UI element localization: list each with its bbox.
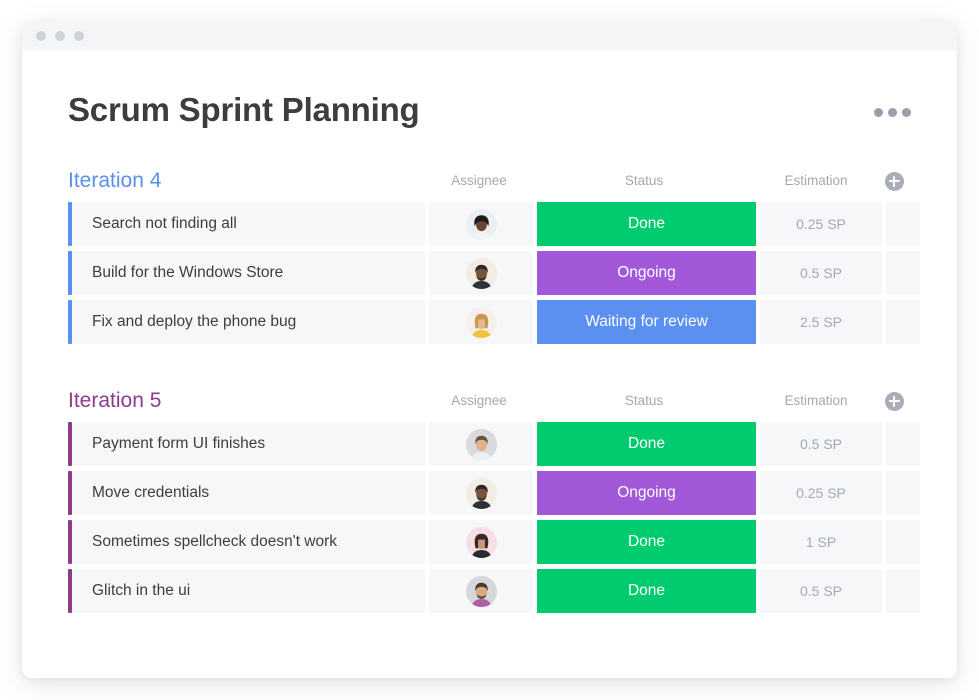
assignee-cell[interactable]: [429, 300, 533, 345]
status-cell[interactable]: Done: [537, 202, 756, 247]
group-1: Iteration 4 Assignee Status Estimation Searc…: [68, 168, 920, 345]
add-column-cell: [877, 391, 911, 411]
window-dot-minimize-icon[interactable]: [55, 31, 65, 41]
trailing-empty-cell[interactable]: [886, 520, 920, 565]
column-header-assignee: Assignee: [451, 393, 507, 409]
board-content: Scrum Sprint Planning Iteration 4 Assigne…: [22, 50, 957, 678]
assignee-cell[interactable]: [429, 422, 533, 467]
status-cell[interactable]: Done: [537, 422, 756, 467]
task-title-cell[interactable]: Fix and deploy the phone bug: [72, 300, 425, 345]
estimation-cell[interactable]: 1 SP: [760, 520, 882, 565]
status-cell[interactable]: Done: [537, 569, 756, 614]
avatar-man-beard: [465, 477, 497, 509]
estimation-cell[interactable]: 0.5 SP: [760, 569, 882, 614]
group-header: Iteration 4 Assignee Status Estimation: [68, 168, 911, 194]
estimation-cell[interactable]: 0.25 SP: [760, 471, 882, 516]
table-row[interactable]: Sometimes spellcheck doesn't work Done 1 S…: [68, 520, 920, 565]
trailing-empty-cell[interactable]: [886, 202, 920, 247]
task-title-cell[interactable]: Build for the Windows Store: [72, 251, 425, 296]
window-titlebar: [22, 22, 957, 50]
trailing-empty-cell[interactable]: [886, 300, 920, 345]
trailing-empty-cell[interactable]: [886, 569, 920, 614]
table-row[interactable]: Glitch in the ui Done 0.5 SP: [68, 569, 920, 614]
status-cell[interactable]: Waiting for review: [537, 300, 756, 345]
task-title-cell[interactable]: Payment form UI finishes: [72, 422, 425, 467]
estimation-cell[interactable]: 0.5 SP: [760, 251, 882, 296]
task-title-cell[interactable]: Search not finding all: [72, 202, 425, 247]
estimation-cell[interactable]: 0.25 SP: [760, 202, 882, 247]
column-header-estimation: Estimation: [784, 393, 848, 409]
column-header-estimation: Estimation: [784, 173, 848, 189]
group-title[interactable]: Iteration 4: [68, 168, 425, 194]
estimation-cell[interactable]: 2.5 SP: [760, 300, 882, 345]
task-title-cell[interactable]: Move credentials: [72, 471, 425, 516]
avatar-woman-pink-bg: [465, 526, 497, 558]
assignee-cell[interactable]: [429, 471, 533, 516]
kebab-dot-3: [902, 108, 911, 117]
groups-container: Iteration 4 Assignee Status Estimation Searc…: [68, 168, 920, 614]
avatar-man-bearded-grey: [465, 575, 497, 607]
board-header: Scrum Sprint Planning: [68, 91, 911, 128]
column-header-status: Status: [624, 173, 664, 189]
status-cell[interactable]: Done: [537, 520, 756, 565]
add-column-button[interactable]: [884, 171, 904, 191]
assignee-cell[interactable]: [429, 202, 533, 247]
trailing-empty-cell[interactable]: [886, 471, 920, 516]
assignee-cell[interactable]: [429, 520, 533, 565]
status-cell[interactable]: Ongoing: [537, 251, 756, 296]
trailing-empty-cell[interactable]: [886, 422, 920, 467]
avatar-man-short-hair: [465, 428, 497, 460]
avatar-woman-dark-hair: [465, 208, 497, 240]
avatar-man-beard: [465, 257, 497, 289]
window-dot-close-icon[interactable]: [36, 31, 46, 41]
page-title: Scrum Sprint Planning: [68, 91, 420, 128]
page-root: Scrum Sprint Planning Iteration 4 Assigne…: [0, 0, 979, 700]
assignee-cell[interactable]: [429, 251, 533, 296]
kebab-dot-1: [874, 108, 883, 117]
table-row[interactable]: Move credentials Ongoing 0.25 SP: [68, 471, 920, 516]
group-header: Iteration 5 Assignee Status Estimation: [68, 388, 911, 414]
column-header-status: Status: [624, 393, 664, 409]
column-header-assignee: Assignee: [451, 173, 507, 189]
add-column-button[interactable]: [884, 391, 904, 411]
group-2: Iteration 5 Assignee Status Estimation Payme…: [68, 388, 920, 614]
kebab-dot-2: [888, 108, 897, 117]
group-title[interactable]: Iteration 5: [68, 388, 425, 414]
assignee-cell[interactable]: [429, 569, 533, 614]
task-title-cell[interactable]: Sometimes spellcheck doesn't work: [72, 520, 425, 565]
table-row[interactable]: Payment form UI finishes Done 0.5 SP: [68, 422, 920, 467]
trailing-empty-cell[interactable]: [886, 251, 920, 296]
window-dot-maximize-icon[interactable]: [74, 31, 84, 41]
kebab-menu-icon[interactable]: [874, 108, 911, 117]
app-window: Scrum Sprint Planning Iteration 4 Assigne…: [22, 22, 957, 678]
estimation-cell[interactable]: 0.5 SP: [760, 422, 882, 467]
table-row[interactable]: Build for the Windows Store Ongoing 0.5 SP: [68, 251, 920, 296]
status-cell[interactable]: Ongoing: [537, 471, 756, 516]
task-title-cell[interactable]: Glitch in the ui: [72, 569, 425, 614]
add-column-cell: [877, 171, 911, 191]
table-row[interactable]: Fix and deploy the phone bug Waiting for …: [68, 300, 920, 345]
avatar-woman-blonde: [465, 306, 497, 338]
table-row[interactable]: Search not finding all Done 0.25 SP: [68, 202, 920, 247]
